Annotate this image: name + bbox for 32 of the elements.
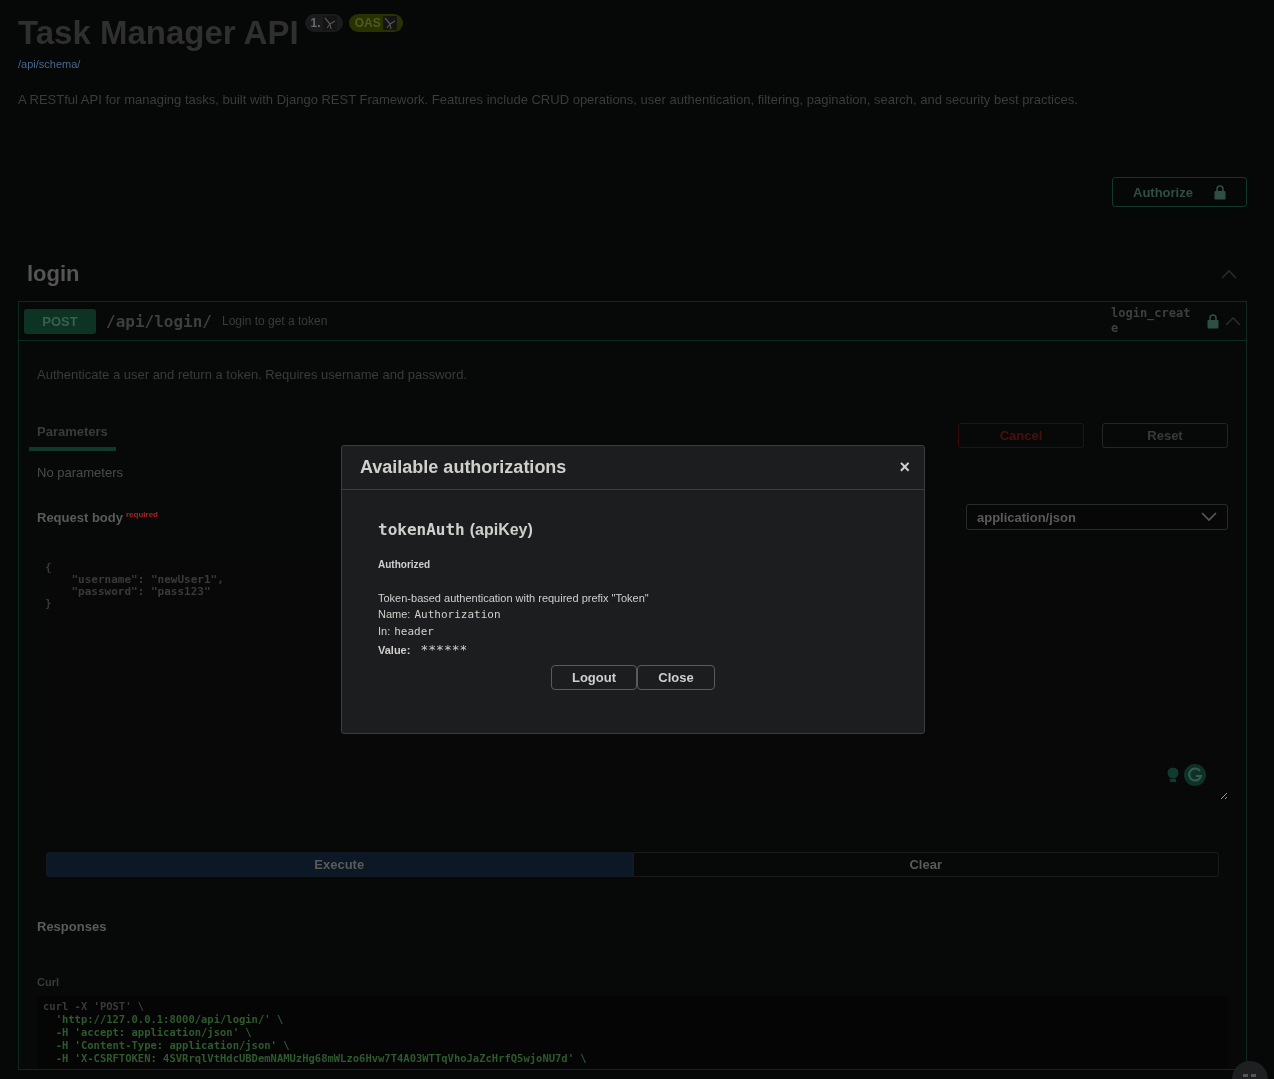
collapse-caret-icon[interactable]	[1221, 269, 1237, 279]
lightbulb-icon[interactable]	[1166, 767, 1180, 783]
content-type-dropdown[interactable]: application/json	[966, 504, 1228, 530]
starburst-icon	[322, 16, 337, 30]
grammar-checker-icon[interactable]	[1184, 764, 1206, 786]
close-button[interactable]: ×	[897, 457, 912, 478]
responses-heading: Responses	[36, 918, 108, 934]
authorize-button[interactable]: Authorize	[1112, 177, 1247, 207]
starburst-icon	[382, 16, 397, 30]
dialog-title: Available authorizations	[360, 457, 567, 478]
version-badge: 1.	[304, 14, 343, 32]
value-label: Value:	[378, 644, 411, 656]
cancel-button[interactable]: Cancel	[958, 423, 1084, 448]
name-label: Name:	[378, 608, 411, 620]
auth-status: Authorized	[378, 559, 432, 570]
in-label: In:	[378, 625, 391, 637]
dropdown-caret-icon[interactable]	[1201, 512, 1217, 522]
no-parameters-text: No parameters	[37, 465, 123, 480]
scheme-name: tokenAuth	[378, 520, 465, 539]
scheme-type: (apiKey)	[469, 521, 533, 539]
schema-link[interactable]: /api/schema/	[18, 58, 81, 70]
section-title: login	[27, 261, 80, 287]
execute-button[interactable]: Execute	[46, 852, 633, 877]
token-value: ******	[420, 642, 468, 657]
collapse-caret-icon[interactable]	[1225, 316, 1241, 326]
clear-button[interactable]: Clear	[632, 852, 1219, 877]
request-body-label: Request body $^{required}$	[37, 509, 158, 525]
name-value: Authorization	[414, 608, 501, 621]
scheme-description: Token-based authentication with required prefix "Token"	[378, 592, 650, 604]
logout-button[interactable]: Logout	[551, 665, 637, 690]
close-dialog-button[interactable]: Close	[637, 665, 715, 690]
in-value: header	[394, 625, 434, 638]
